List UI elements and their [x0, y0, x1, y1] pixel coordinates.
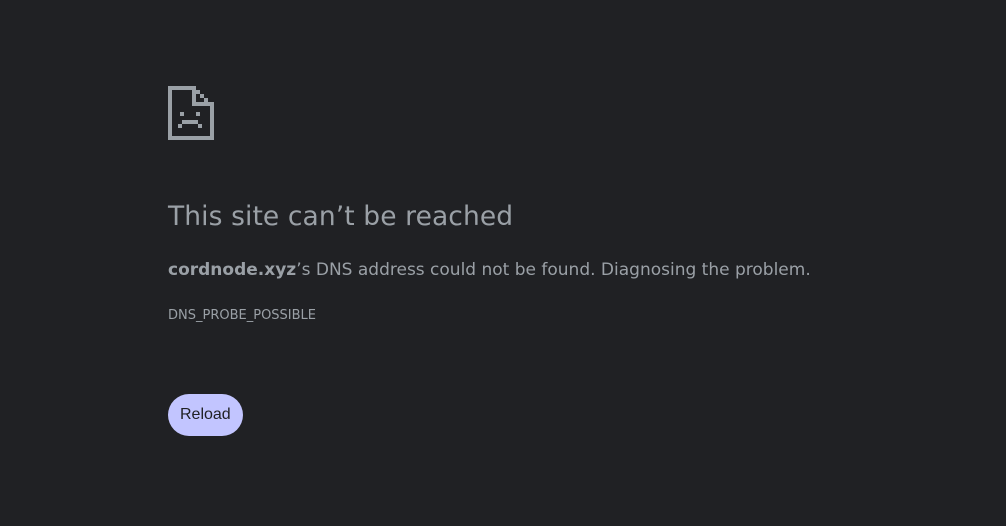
reload-button[interactable]: Reload — [168, 394, 243, 436]
error-code: DNS_PROBE_POSSIBLE — [168, 308, 317, 323]
sad-document-icon — [168, 86, 214, 140]
page-title: This site can’t be reached — [168, 201, 514, 232]
error-message-text: ’s DNS address could not be found. Diagn… — [296, 260, 811, 280]
error-message: cordnode.xyz’s DNS address could not be … — [168, 259, 811, 281]
error-page: This site can’t be reached cordnode.xyz’… — [0, 0, 1006, 526]
host-name: cordnode.xyz — [168, 260, 297, 280]
